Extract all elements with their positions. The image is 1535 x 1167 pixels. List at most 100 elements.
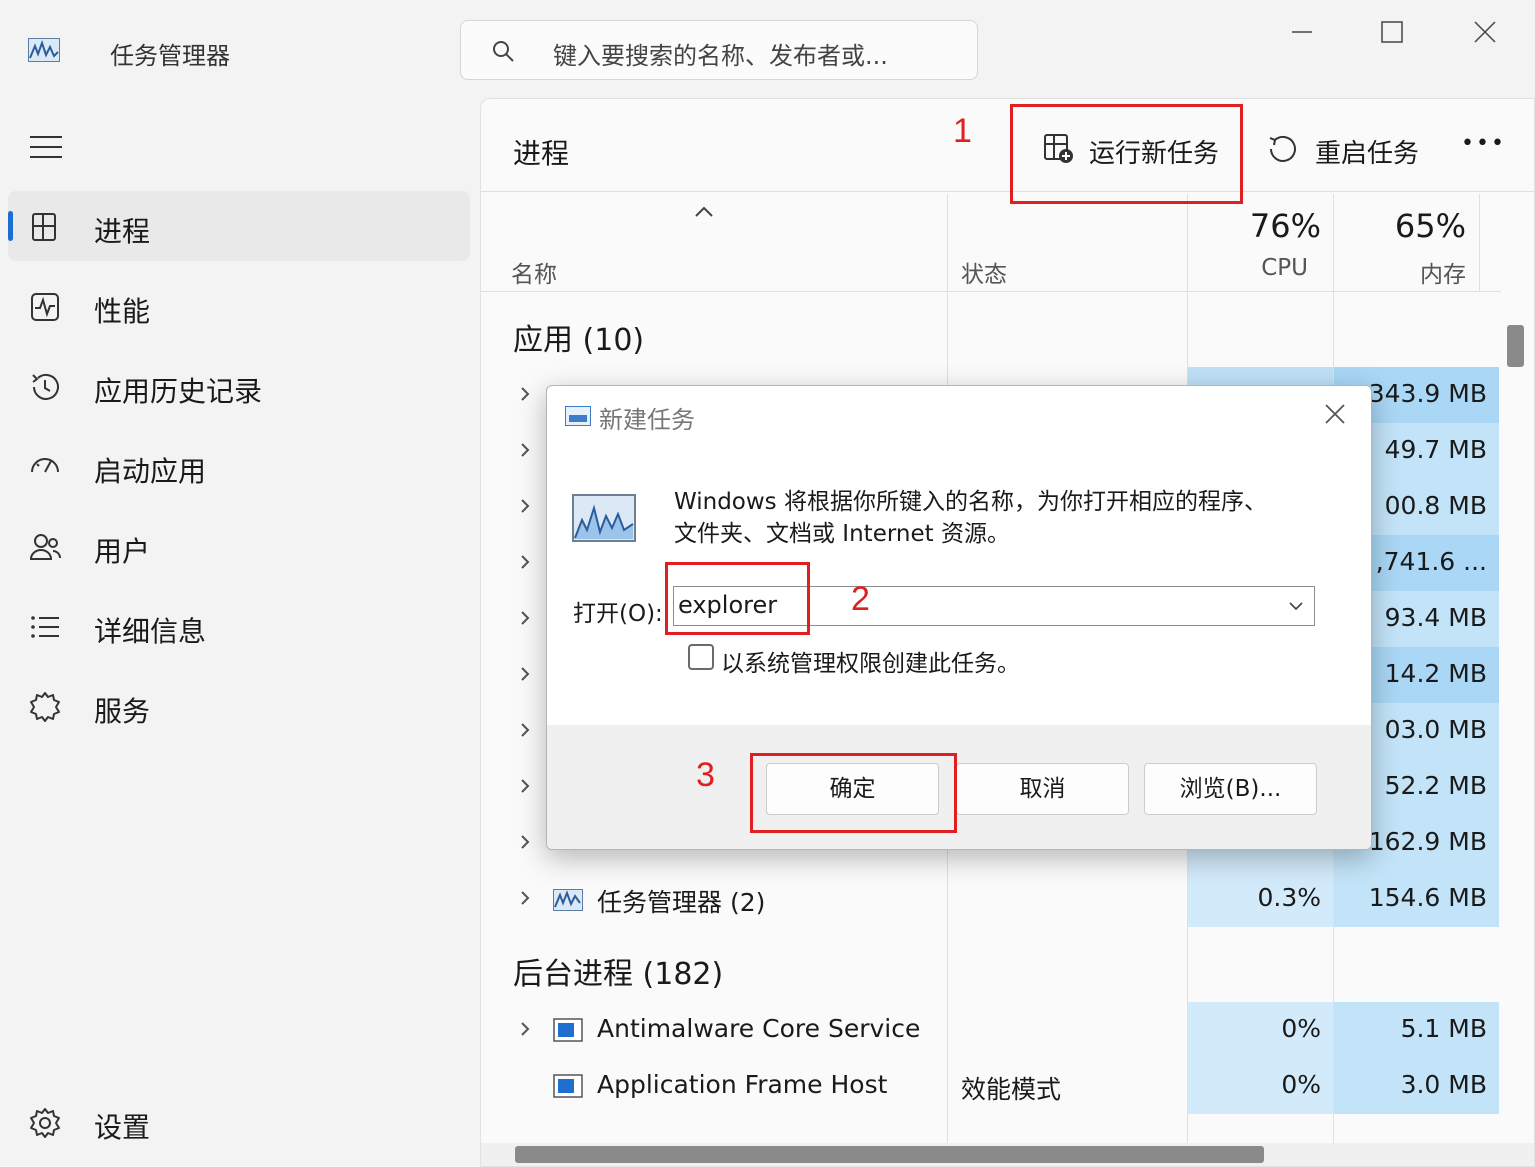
chevron-right-icon[interactable]: [519, 553, 531, 571]
cpu-value: 0%: [1281, 1014, 1321, 1043]
service-window-icon: [553, 1018, 583, 1042]
header-divider: [481, 191, 1534, 192]
annotation-box-ok-button: [750, 753, 957, 833]
more-options-button[interactable]: •••: [1461, 131, 1506, 156]
table-row-app-frame-host[interactable]: Application Frame Host 效能模式 0% 3.0 MB: [481, 1058, 1501, 1114]
sidebar-item-settings[interactable]: 设置: [8, 1087, 470, 1157]
column-header-memory[interactable]: 内存: [1334, 255, 1466, 289]
cpu-total-percent[interactable]: 76%: [1188, 207, 1321, 245]
apps-group-title: 应用 (10): [513, 323, 645, 358]
chevron-right-icon[interactable]: [519, 777, 531, 795]
chevron-right-icon[interactable]: [519, 1020, 531, 1038]
memory-value: 3.0 MB: [1400, 1070, 1487, 1099]
task-manager-large-icon: [572, 494, 636, 542]
horizontal-scrollbar-thumb[interactable]: [515, 1146, 1264, 1163]
memory-value: 162.9 MB: [1368, 827, 1487, 856]
cancel-button[interactable]: 取消: [956, 763, 1129, 815]
annotation-step-2: 2: [851, 580, 870, 618]
settings-gear-icon: [30, 1108, 60, 1138]
dialog-description: Windows 将根据你所键入的名称，为你打开相应的程序、 文件夹、文档或 In…: [674, 486, 1267, 550]
header-row-divider: [481, 291, 1501, 292]
chevron-right-icon[interactable]: [519, 441, 531, 459]
annotation-box-open-input: [665, 562, 810, 635]
restart-task-button[interactable]: 重启任务: [1267, 121, 1420, 181]
maximize-button[interactable]: [1368, 14, 1416, 50]
close-window-button[interactable]: [1461, 14, 1509, 50]
settings-label: 设置: [94, 1111, 151, 1144]
chevron-right-icon[interactable]: [519, 609, 531, 627]
cpu-cell: 0.3%: [1188, 871, 1333, 927]
dialog-description-line: 文件夹、文档或 Internet 资源。: [674, 521, 1010, 547]
sidebar-item-users[interactable]: 用户: [8, 511, 470, 581]
admin-privileges-label[interactable]: 以系统管理权限创建此任务。: [721, 644, 1020, 678]
cpu-value: 0%: [1281, 1070, 1321, 1099]
annotation-step-3: 3: [696, 756, 715, 794]
memory-value: 52.2 MB: [1384, 771, 1487, 800]
services-icon: [30, 692, 60, 722]
cpu-value: 0.3%: [1257, 883, 1321, 912]
dialog-footer: 确定 取消 浏览(B)...: [547, 725, 1371, 849]
table-row-antimalware[interactable]: Antimalware Core Service 0% 5.1 MB: [481, 1002, 1501, 1058]
sidebar-item-services[interactable]: 服务: [8, 671, 470, 741]
cpu-cell: 0%: [1188, 1002, 1333, 1058]
memory-cell: 3.0 MB: [1334, 1058, 1499, 1114]
memory-cell: 5.1 MB: [1334, 1002, 1499, 1058]
process-name: Application Frame Host: [597, 1070, 888, 1099]
chevron-right-icon[interactable]: [519, 721, 531, 739]
minimize-button[interactable]: [1278, 14, 1326, 50]
dialog-close-icon[interactable]: [1321, 400, 1349, 428]
run-dialog-icon: [565, 406, 591, 426]
page-title: 进程: [513, 137, 570, 170]
chevron-right-icon[interactable]: [519, 497, 531, 515]
restart-icon: [1269, 135, 1296, 162]
memory-value: 00.8 MB: [1384, 491, 1487, 520]
app-history-icon: [32, 373, 59, 400]
sidebar-item-app-history[interactable]: 应用历史记录: [8, 351, 470, 421]
performance-icon: [31, 293, 59, 321]
search-box[interactable]: 键入要搜索的名称、发布者或...: [460, 20, 978, 80]
restart-task-label: 重启任务: [1315, 139, 1420, 169]
column-header-status[interactable]: 状态: [961, 255, 1007, 289]
open-field-label: 打开(O):: [573, 601, 663, 627]
background-group-title: 后台进程 (182): [513, 957, 724, 992]
chevron-right-icon[interactable]: [519, 385, 531, 403]
memory-value: 343.9 MB: [1368, 379, 1487, 408]
sidebar-item-performance[interactable]: 性能: [8, 271, 470, 341]
chevron-right-icon[interactable]: [519, 889, 531, 907]
memory-total-percent[interactable]: 65%: [1334, 207, 1466, 245]
search-icon: [493, 41, 514, 62]
chevron-right-icon[interactable]: [519, 665, 531, 683]
sidebar-item-details[interactable]: 详细信息: [8, 591, 470, 661]
memory-cell: 154.6 MB: [1334, 871, 1499, 927]
sidebar-item-label: 进程: [94, 215, 151, 248]
sidebar-item-label: 性能: [94, 295, 151, 328]
column-divider: [1479, 194, 1480, 292]
sidebar-item-label: 启动应用: [94, 455, 207, 488]
chevron-right-icon[interactable]: [519, 833, 531, 851]
vertical-scrollbar-thumb[interactable]: [1507, 325, 1524, 367]
details-icon: [31, 616, 59, 638]
chevron-down-icon[interactable]: [1288, 600, 1304, 612]
sidebar-item-startup-apps[interactable]: 启动应用: [8, 431, 470, 501]
sidebar-item-label: 应用历史记录: [94, 375, 263, 408]
hamburger-menu-icon[interactable]: [30, 135, 62, 159]
memory-value: 93.4 MB: [1384, 603, 1487, 632]
startup-apps-icon: [31, 458, 59, 473]
memory-value: ,741.6 ...: [1375, 547, 1487, 576]
process-name: Antimalware Core Service: [597, 1014, 921, 1043]
processes-icon: [32, 213, 56, 241]
users-icon: [29, 534, 61, 560]
column-header-name[interactable]: 名称: [511, 255, 557, 289]
admin-privileges-checkbox[interactable]: [688, 644, 714, 670]
search-input[interactable]: 键入要搜索的名称、发布者或...: [553, 36, 888, 71]
sidebar-item-label: 服务: [94, 695, 151, 728]
sort-ascending-icon[interactable]: [693, 205, 715, 219]
task-manager-icon: [553, 889, 583, 911]
column-header-cpu[interactable]: CPU: [1188, 255, 1308, 281]
table-row-task-manager[interactable]: 任务管理器 (2) 0.3% 154.6 MB: [481, 871, 1501, 927]
browse-button[interactable]: 浏览(B)...: [1144, 763, 1317, 815]
memory-value: 14.2 MB: [1384, 659, 1487, 688]
dialog-description-line: Windows 将根据你所键入的名称，为你打开相应的程序、: [674, 489, 1267, 515]
active-indicator: [8, 211, 13, 241]
sidebar-item-processes[interactable]: 进程: [8, 191, 470, 261]
